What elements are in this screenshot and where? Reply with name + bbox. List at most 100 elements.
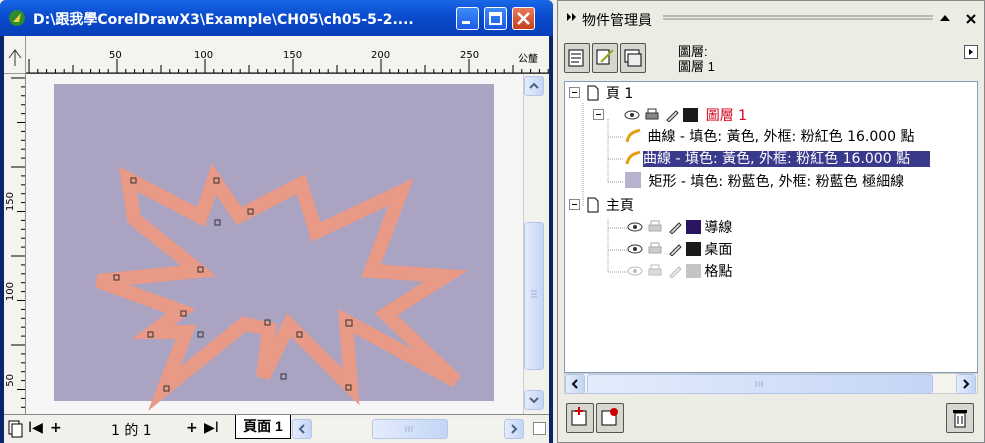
close-icon xyxy=(517,12,530,25)
resize-corner[interactable] xyxy=(533,422,546,435)
tree-label: 曲線 - 填色: 黃色, 外框: 粉紅色 16.000 點 xyxy=(647,129,915,145)
tree-item-grid[interactable]: 格點 xyxy=(627,262,732,282)
last-page-button[interactable]: ▶I xyxy=(204,420,219,436)
tree-scroll-thumb[interactable] xyxy=(587,374,933,394)
pencil-icon-disabled[interactable] xyxy=(668,264,682,279)
h-ruler-label: 200 xyxy=(371,50,391,61)
printer-icon[interactable] xyxy=(644,108,660,122)
grid-color-swatch[interactable] xyxy=(686,264,702,278)
maximize-button[interactable] xyxy=(484,7,507,30)
tree-item-guides[interactable]: 導線 xyxy=(627,218,732,238)
ruler-origin-icon xyxy=(8,49,22,66)
delete-button[interactable] xyxy=(946,403,974,433)
pencil-icon[interactable] xyxy=(665,108,679,123)
page-indicator: 1 的 1 xyxy=(111,423,152,439)
new-layer-button[interactable] xyxy=(566,403,594,433)
v-ruler-label: 150 xyxy=(5,192,16,212)
tree-item-curve[interactable]: 曲線 - 填色: 黃色, 外框: 粉紅色 16.000 點 xyxy=(625,127,915,147)
active-layer-info: 圖層: 圖層 1 xyxy=(678,44,715,74)
chevron-down-icon xyxy=(529,397,539,404)
scroll-down-button[interactable] xyxy=(524,390,544,410)
docker-title: 物件管理員 xyxy=(582,13,652,29)
scroll-left-button[interactable] xyxy=(565,374,585,394)
vertical-ruler[interactable]: 150 100 50 xyxy=(4,74,26,414)
show-properties-button[interactable] xyxy=(564,43,590,73)
rectangle-icon xyxy=(625,172,641,188)
add-page-before-button[interactable]: + xyxy=(50,420,62,436)
horizontal-ruler[interactable]: 50 100 150 200 250 公釐 xyxy=(26,36,549,74)
document-window: D:\跟我學CorelDrawX3\Example\CH05\ch05-5-2.… xyxy=(0,0,553,443)
tree-label: 格點 xyxy=(704,264,733,280)
minimize-icon xyxy=(462,21,470,24)
layer-color-swatch[interactable] xyxy=(683,108,699,122)
vertical-ruler-ticks xyxy=(11,77,25,408)
eye-icon-disabled[interactable] xyxy=(627,264,643,278)
close-icon[interactable] xyxy=(965,13,977,25)
collapse-arrows-icon[interactable] xyxy=(566,12,578,22)
eye-icon[interactable] xyxy=(624,108,640,122)
new-layer-icon xyxy=(571,407,587,426)
tree-item-layer1[interactable]: 圖層 1 xyxy=(593,106,747,126)
tree-item-curve-selected[interactable]: 曲線 - 填色: 黃色, 外框: 粉紅色 16.000 點 xyxy=(625,149,977,169)
drawing-canvas[interactable] xyxy=(26,74,523,414)
new-master-layer-button[interactable] xyxy=(596,403,624,433)
active-layer-name: 圖層 1 xyxy=(678,59,715,74)
desktop-color-swatch[interactable] xyxy=(686,242,702,256)
first-page-button[interactable]: I◀ xyxy=(28,420,43,436)
grip-icon xyxy=(755,381,763,387)
scroll-right-button[interactable] xyxy=(504,419,524,439)
tree-horizontal-scrollbar[interactable] xyxy=(564,373,978,394)
starburst-shape[interactable] xyxy=(26,74,523,414)
eye-icon[interactable] xyxy=(627,242,643,256)
chevron-up-icon xyxy=(529,82,539,89)
pencil-icon[interactable] xyxy=(668,242,682,257)
scroll-left-button[interactable] xyxy=(292,419,312,439)
curve-icon xyxy=(625,150,641,165)
chevron-left-icon xyxy=(571,379,578,389)
scroll-thumb-horizontal[interactable] xyxy=(372,419,448,439)
h-ruler-label: 50 xyxy=(109,50,122,61)
scroll-thumb[interactable] xyxy=(524,222,544,370)
docker-header: 物件管理員 xyxy=(558,1,984,35)
tree-label: 頁 1 xyxy=(605,86,634,102)
scroll-right-button[interactable] xyxy=(956,374,976,394)
eye-icon[interactable] xyxy=(627,220,643,234)
flyout-menu-icon[interactable] xyxy=(964,45,978,59)
ruler-unit-label: 公釐 xyxy=(518,54,538,65)
grip-icon xyxy=(531,290,537,298)
vertical-scrollbar[interactable] xyxy=(523,74,545,414)
tree-label: 桌面 xyxy=(704,242,733,258)
starburst-curve[interactable] xyxy=(95,163,468,412)
ruler-origin[interactable] xyxy=(4,36,26,74)
properties-icon xyxy=(568,49,584,67)
collapse-icon[interactable] xyxy=(593,109,605,121)
object-tree[interactable]: 頁 1 圖層 1 曲線 - 填色: 黃色, 外框: 粉紅色 16.000 點 曲… xyxy=(564,81,978,373)
minimize-button[interactable] xyxy=(456,7,479,30)
printer-icon-disabled[interactable] xyxy=(647,264,663,278)
horizontal-scrollbar[interactable] xyxy=(292,419,530,439)
guides-color-swatch[interactable] xyxy=(686,220,702,234)
title-bar[interactable]: D:\跟我學CorelDrawX3\Example\CH05\ch05-5-2.… xyxy=(0,0,553,36)
close-button[interactable] xyxy=(512,7,535,30)
scroll-up-button[interactable] xyxy=(524,76,544,96)
page-tab[interactable]: 頁面 1 xyxy=(235,415,291,439)
printer-icon-disabled[interactable] xyxy=(647,242,663,256)
coreldraw-app-icon[interactable] xyxy=(8,9,26,27)
pencil-icon[interactable] xyxy=(668,220,682,235)
edit-across-layers-button[interactable] xyxy=(592,43,618,73)
pin-up-icon[interactable] xyxy=(939,13,951,23)
tree-item-master-page[interactable]: 主頁 xyxy=(569,196,634,216)
collapse-icon[interactable] xyxy=(569,199,581,211)
tree-label: 導線 xyxy=(704,220,733,236)
h-ruler-label: 250 xyxy=(460,50,480,61)
new-master-layer-icon xyxy=(601,408,618,426)
maximize-icon xyxy=(489,12,502,25)
add-page-after-button[interactable]: + xyxy=(186,420,198,436)
printer-icon-disabled[interactable] xyxy=(647,220,663,234)
tree-item-page1[interactable]: 頁 1 xyxy=(569,84,633,104)
tree-item-rectangle[interactable]: 矩形 - 填色: 粉藍色, 外框: 粉藍色 極細線 xyxy=(625,172,904,192)
curve-icon xyxy=(625,128,641,143)
layer-manager-view-button[interactable] xyxy=(620,43,646,73)
collapse-icon[interactable] xyxy=(569,87,581,99)
tree-item-desktop[interactable]: 桌面 xyxy=(627,240,732,260)
